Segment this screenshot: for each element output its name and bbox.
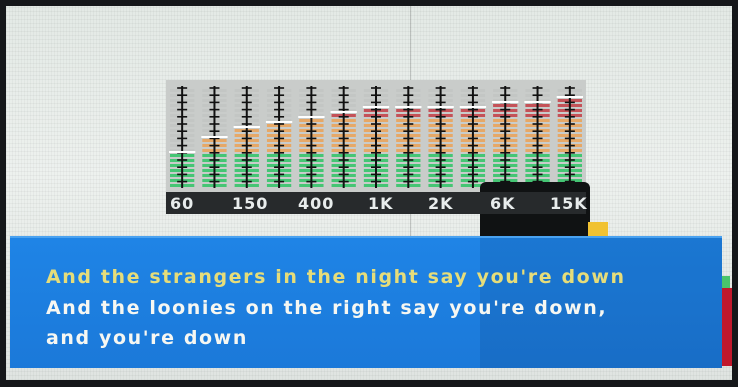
tv-screen: 60 150 400 1K 2K 6K 15K And the stranger…: [6, 6, 732, 380]
lyric-line-current: And the strangers in the night say you'r…: [46, 266, 626, 288]
eq-band-2: [233, 86, 260, 188]
eq-band-4: [298, 86, 325, 188]
eq-level-indicator: [524, 101, 551, 103]
eq-level-indicator: [492, 101, 519, 103]
lyric-line-following: and you're down: [46, 327, 248, 349]
eq-band-5: [330, 86, 357, 188]
eq-level-indicator: [201, 136, 228, 138]
eq-band-3: [265, 86, 293, 188]
equalizer-panel: [166, 80, 586, 192]
eq-level-indicator: [395, 106, 422, 108]
freq-label-15k: 15K: [550, 194, 588, 213]
eq-level-indicator: [556, 96, 583, 98]
freq-label-6k: 6K: [490, 194, 516, 213]
eq-level-indicator: [459, 106, 487, 108]
lyric-line-next: And the loonies on the right say you're …: [46, 297, 608, 319]
eq-level-indicator: [362, 106, 390, 108]
eq-band-11: [524, 86, 551, 188]
frequency-labels: 60 150 400 1K 2K 6K 15K: [166, 192, 588, 214]
eq-band-0: [169, 86, 196, 188]
eq-level-indicator: [169, 151, 196, 153]
freq-label-1k: 1K: [368, 194, 394, 213]
eq-level-indicator: [265, 121, 293, 123]
freq-label-400: 400: [298, 194, 335, 213]
eq-band-1: [201, 86, 228, 188]
freq-label-2k: 2K: [428, 194, 454, 213]
eq-band-6: [362, 86, 390, 188]
eq-band-9: [459, 86, 487, 188]
freq-label-60: 60: [170, 194, 195, 213]
lyrics-box: And the strangers in the night say you'r…: [10, 236, 722, 368]
eq-level-indicator: [330, 111, 357, 113]
eq-band-7: [395, 86, 422, 188]
equalizer-graphic: [169, 86, 583, 188]
eq-level-indicator: [298, 116, 325, 118]
eq-band-10: [492, 86, 519, 188]
freq-label-150: 150: [232, 194, 269, 213]
eq-level-indicator: [233, 126, 260, 128]
eq-band-8: [427, 86, 454, 188]
eq-band-12: [556, 86, 583, 188]
eq-level-indicator: [427, 106, 454, 108]
